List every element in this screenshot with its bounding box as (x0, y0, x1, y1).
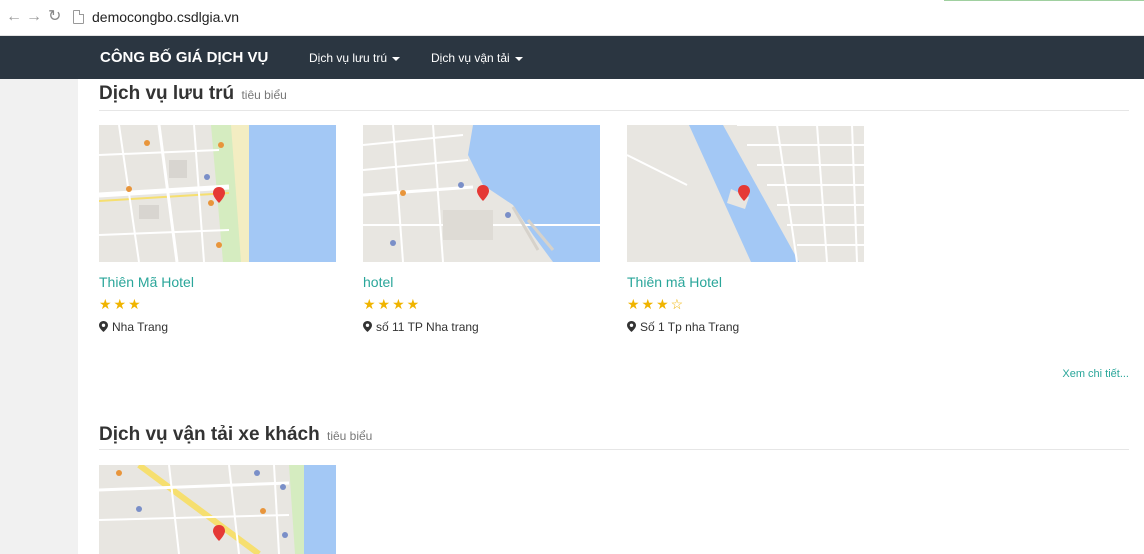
map-thumbnail[interactable] (99, 125, 336, 262)
location-text: số 11 TP Nha trang (376, 320, 479, 334)
site-brand[interactable]: CÔNG BỐ GIÁ DỊCH VỤ (100, 49, 268, 66)
hotel-card[interactable]: hotel ★★★★ số 11 TP Nha trang (363, 125, 603, 345)
back-arrow-icon[interactable]: ← (6, 9, 22, 25)
section-heading: Dịch vụ lưu trú (99, 83, 235, 104)
nav-menu-lodging[interactable]: Dịch vụ lưu trú (309, 51, 401, 65)
map-thumbnail[interactable] (627, 125, 864, 262)
section-subtitle: tiêu biểu (241, 88, 287, 102)
address-bar[interactable]: democongbo.csdlgia.vn (92, 9, 239, 25)
map-thumbnail[interactable] (363, 125, 600, 262)
star-rating: ★★★ (99, 296, 143, 312)
hotel-location: số 11 TP Nha trang (363, 320, 479, 334)
section-subtitle: tiêu biểu (326, 429, 373, 443)
forward-arrow-icon[interactable]: → (26, 9, 42, 25)
map-pin-icon (627, 321, 636, 332)
nav-menu-transport[interactable]: Dịch vụ vận tải (431, 51, 523, 65)
hotel-name[interactable]: Thiên Mã Hotel (99, 274, 194, 291)
hotel-location: Số 1 Tp nha Trang (627, 320, 739, 334)
hotel-location: Nha Trang (99, 320, 168, 334)
star-rating: ★★★★ (363, 296, 422, 312)
section-heading: Dịch vụ vận tải xe khách (99, 424, 320, 445)
hotel-card[interactable]: Thiên mã Hotel ★★★☆ Số 1 Tp nha Trang (627, 125, 867, 345)
browser-toolbar: ← → ↻ democongbo.csdlgia.vn (0, 0, 1144, 36)
section-divider (99, 110, 1129, 111)
nav-menu-label: Dịch vụ vận tải (431, 51, 510, 65)
map-pin-icon (99, 321, 108, 332)
section-divider (99, 449, 1129, 450)
caret-down-icon (392, 56, 401, 61)
top-navbar: CÔNG BỐ GIÁ DỊCH VỤ Dịch vụ lưu trú Dịch… (0, 36, 1144, 79)
nav-menu-label: Dịch vụ lưu trú (309, 51, 388, 65)
left-gutter (0, 79, 78, 554)
star-rating: ★★★☆ (627, 296, 686, 312)
map-thumbnail[interactable] (99, 465, 336, 554)
transport-card[interactable] (99, 465, 339, 554)
page-icon (73, 10, 84, 24)
view-more-link[interactable]: Xem chi tiết... (1062, 368, 1129, 381)
hotel-name[interactable]: Thiên mã Hotel (627, 274, 722, 291)
caret-down-icon (514, 56, 523, 61)
reload-icon[interactable]: ↻ (48, 9, 61, 25)
section-title-lodging: Dịch vụ lưu trú tiêu biểu (99, 83, 287, 106)
divider (944, 0, 1144, 1)
location-text: Số 1 Tp nha Trang (640, 320, 740, 334)
section-title-transport: Dịch vụ vận tải xe khách tiêu biểu (99, 424, 372, 447)
hotel-card[interactable]: Thiên Mã Hotel ★★★ Nha Trang (99, 125, 339, 345)
map-pin-icon (363, 321, 372, 332)
location-text: Nha Trang (112, 320, 169, 334)
hotel-name[interactable]: hotel (363, 274, 393, 291)
